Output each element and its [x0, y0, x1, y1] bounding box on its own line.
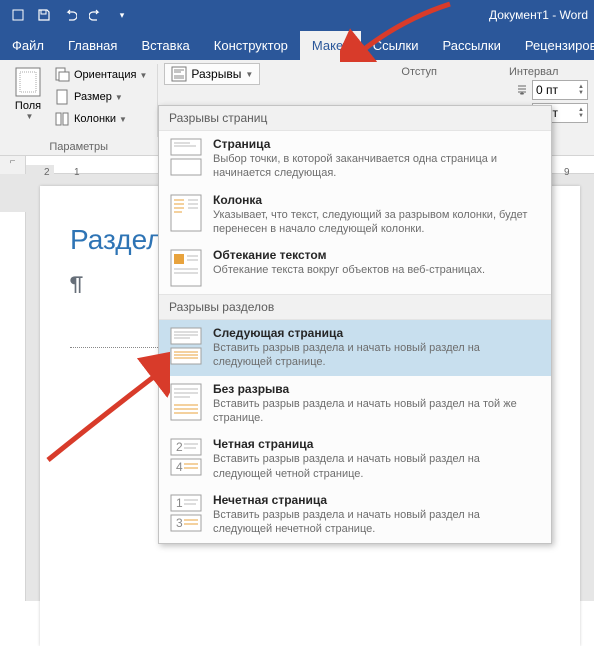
dropdown-header-section-breaks: Разрывы разделов [159, 294, 551, 320]
tab-insert[interactable]: Вставка [129, 31, 201, 60]
break-page[interactable]: СтраницаВыбор точки, в которой заканчива… [159, 131, 551, 187]
break-evenpage-icon: 24 [169, 437, 203, 477]
tab-file[interactable]: Файл [0, 31, 56, 60]
ribbon-group-page-setup: Поля ▼ Ориентация▼ Размер▼ Колонки▼ Пара… [0, 60, 157, 156]
redo-icon[interactable] [84, 3, 108, 27]
chevron-down-icon: ▼ [245, 70, 253, 79]
spacing-before-icon [515, 83, 529, 97]
save-icon[interactable] [32, 3, 56, 27]
size-label: Размер [74, 91, 112, 103]
columns-icon [54, 111, 70, 127]
menu-bar: Файл Главная Вставка Конструктор Макет С… [0, 30, 594, 60]
columns-label: Колонки [74, 113, 116, 125]
break-odd-page[interactable]: 13 Нечетная страницаВставить разрыв разд… [159, 487, 551, 543]
svg-text:4: 4 [176, 460, 183, 474]
breaks-label: Разрывы [191, 67, 241, 81]
svg-text:1: 1 [176, 496, 183, 510]
title-bar: ▾ Документ1 - Word [0, 0, 594, 30]
tab-review[interactable]: Рецензирован [513, 31, 594, 60]
break-page-icon [169, 137, 203, 177]
tab-layout[interactable]: Макет [300, 31, 361, 60]
columns-button[interactable]: Колонки▼ [50, 108, 151, 130]
breaks-button[interactable]: Разрывы ▼ [164, 63, 260, 85]
qat-customize-icon[interactable]: ▾ [110, 3, 134, 27]
spacing-header: Интервал [509, 64, 588, 80]
margins-icon [12, 66, 44, 98]
group-label-page-setup: Параметры [6, 139, 151, 156]
break-column-icon [169, 193, 203, 233]
svg-text:2: 2 [176, 440, 183, 454]
break-next-page[interactable]: Следующая страницаВставить разрыв раздел… [159, 320, 551, 376]
spinner-icon[interactable]: ▲▼ [578, 107, 584, 119]
break-column[interactable]: КолонкаУказывает, что текст, следующий з… [159, 187, 551, 243]
spacing-before-input[interactable]: 0 пт▲▼ [532, 80, 588, 100]
svg-text:3: 3 [176, 516, 183, 530]
tab-mailings[interactable]: Рассылки [430, 31, 512, 60]
qat-placeholder-icon[interactable] [6, 3, 30, 27]
breaks-dropdown: Разрывы страниц СтраницаВыбор точки, в к… [158, 105, 552, 544]
break-oddpage-icon: 13 [169, 493, 203, 533]
break-textwrap-icon [169, 248, 203, 288]
ruler-corner: ⌐ [0, 156, 26, 174]
break-even-page[interactable]: 24 Четная страницаВставить разрыв раздел… [159, 431, 551, 487]
dropdown-header-page-breaks: Разрывы страниц [159, 106, 551, 131]
size-button[interactable]: Размер▼ [50, 86, 151, 108]
break-continuous[interactable]: Без разрываВставить разрыв раздела и нач… [159, 376, 551, 432]
tab-home[interactable]: Главная [56, 31, 129, 60]
vertical-ruler[interactable] [0, 174, 26, 601]
quick-access-toolbar: ▾ [0, 3, 140, 27]
margins-label: Поля [15, 100, 41, 112]
orientation-button[interactable]: Ориентация▼ [50, 64, 151, 86]
margins-button[interactable]: Поля ▼ [6, 64, 50, 139]
spinner-icon[interactable]: ▲▼ [578, 84, 584, 96]
orientation-icon [54, 67, 70, 83]
break-nextpage-icon [169, 326, 203, 366]
orientation-label: Ориентация [74, 69, 136, 81]
tab-references[interactable]: Ссылки [361, 31, 431, 60]
breaks-icon [171, 66, 187, 82]
undo-icon[interactable] [58, 3, 82, 27]
chevron-down-icon: ▼ [26, 112, 34, 121]
tab-design[interactable]: Конструктор [202, 31, 300, 60]
break-continuous-icon [169, 382, 203, 422]
break-text-wrapping[interactable]: Обтекание текстомОбтекание текста вокруг… [159, 242, 551, 294]
indent-header: Отступ [401, 64, 437, 80]
size-icon [54, 89, 70, 105]
document-title: Документ1 - Word [489, 8, 594, 22]
